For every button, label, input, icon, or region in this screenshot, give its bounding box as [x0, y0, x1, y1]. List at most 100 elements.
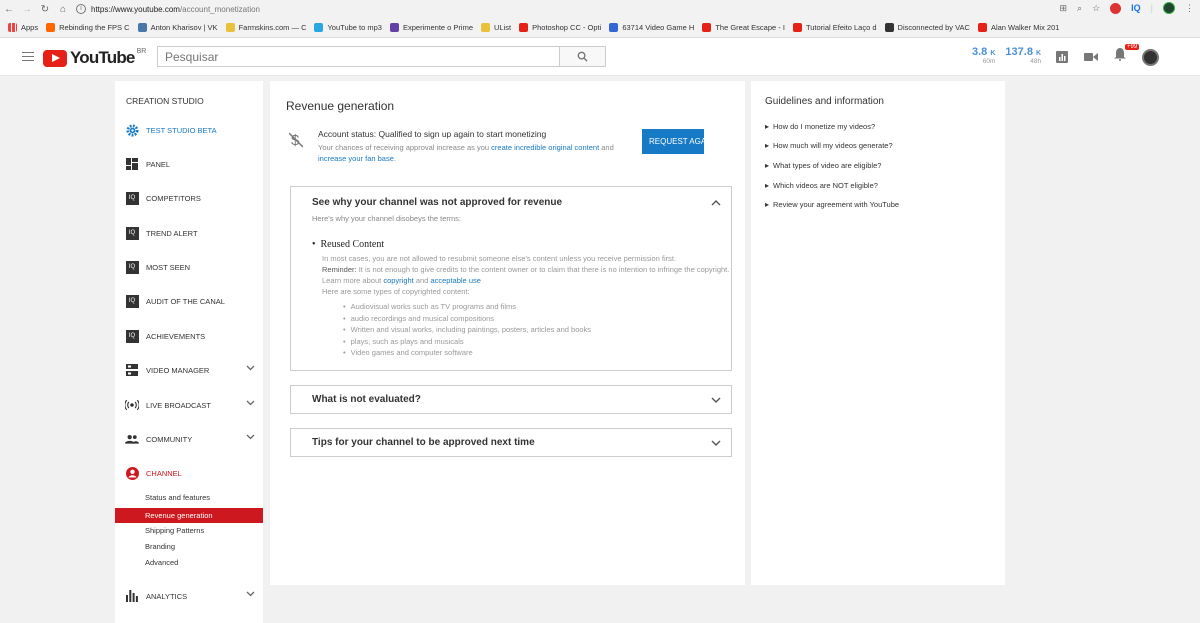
sidebar-item-most-seen[interactable]: iQ MOST SEEN	[125, 258, 255, 276]
search-button[interactable]	[560, 46, 606, 67]
sidebar-item-channel[interactable]: CHANNEL	[125, 464, 255, 482]
bookmark-item[interactable]: Farmskins.com — C	[225, 23, 306, 32]
youtube-logo[interactable]: YouTube BR	[43, 48, 146, 68]
bookmark-item[interactable]: Experimente o Prime	[389, 23, 473, 32]
sidebar-item-label: TREND ALERT	[146, 228, 198, 238]
logo-text: YouTube	[70, 48, 135, 67]
copyright-link[interactable]: copyright	[383, 276, 413, 285]
extension-opera-icon[interactable]	[1110, 2, 1122, 14]
video-manager-icon	[125, 363, 139, 377]
bookmark-item[interactable]: UList	[481, 23, 511, 32]
bookmark-item[interactable]: Alan Walker Mix 201	[977, 23, 1059, 32]
gear-icon	[125, 123, 139, 137]
sidebar-item-label: AUDIT OF THE CANAL	[146, 296, 225, 306]
forward-icon[interactable]: →	[18, 4, 36, 15]
sidebar-item-label: LIVE BROADCAST	[146, 400, 212, 410]
sidebar-item-audit[interactable]: iQ AUDIT OF THE CANAL	[125, 292, 255, 310]
sidebar-item-trend-alert[interactable]: iQ TREND ALERT	[125, 224, 255, 242]
bookmark-item[interactable]: Rebinding the FPS C	[46, 23, 130, 32]
reload-icon[interactable]: ↻	[36, 4, 54, 15]
channel-sub-revenue-active[interactable]: Revenue generation	[115, 508, 263, 523]
guideline-link[interactable]: What types of video are eligible?	[765, 161, 881, 170]
chevron-down-icon[interactable]	[246, 400, 255, 406]
bookmark-label: YouTube to mp3	[327, 23, 382, 32]
stat-60m-value: 3.8	[972, 46, 988, 58]
svg-text:$: $	[291, 132, 300, 149]
translate-icon[interactable]: ⊞	[1059, 3, 1067, 14]
channel-sub-branding[interactable]: Branding	[145, 542, 175, 551]
realtime-stats[interactable]: 3.8 K 60m 137.8 K 48h	[972, 46, 1041, 65]
youtube-masthead: YouTube BR 3.8 K 60m 137.8 K 48h +99	[0, 38, 1200, 76]
sidebar-item-analytics[interactable]: ANALYTICS	[125, 587, 255, 605]
sidebar-item-achievements[interactable]: iQ ACHIEVEMENTS	[125, 327, 255, 345]
revenue-panel: Revenue generation $ Account status: Qua…	[270, 81, 745, 585]
notifications[interactable]: +99	[1114, 44, 1140, 66]
sidebar-item-label: ANALYTICS	[146, 591, 188, 601]
accordion-not-evaluated[interactable]: What is not evaluated?	[290, 385, 732, 414]
site-info-icon[interactable]: i	[76, 4, 86, 14]
desc-end: .	[393, 154, 396, 163]
bookmark-favicon-icon	[977, 23, 987, 32]
chevron-up-icon[interactable]	[711, 200, 721, 206]
channel-sub-status[interactable]: Status and features	[145, 493, 210, 502]
list-item: Audiovisual works such as TV programs an…	[343, 301, 591, 313]
guide-menu-icon[interactable]	[22, 52, 34, 61]
bookmark-item[interactable]: YouTube to mp3	[314, 23, 382, 32]
vidiq-icon: iQ	[125, 191, 139, 205]
address-bar[interactable]: i https://www.youtube.com/account_moneti…	[76, 4, 260, 14]
status-label: Account status:	[318, 129, 377, 139]
chevron-down-icon[interactable]	[711, 440, 721, 446]
accordion-tips[interactable]: Tips for your channel to be approved nex…	[290, 428, 732, 457]
sidebar-item-community[interactable]: COMMUNITY	[125, 430, 255, 448]
sidebar-item-live-broadcast[interactable]: LIVE BROADCAST	[125, 396, 255, 414]
search-input[interactable]	[157, 46, 560, 67]
notification-count: +99	[1125, 44, 1140, 50]
home-icon[interactable]: ⌂	[54, 4, 72, 15]
chevron-down-icon[interactable]	[246, 365, 255, 371]
channel-sub-advanced[interactable]: Advanced	[145, 558, 178, 567]
stat-60m-unit: K	[990, 50, 996, 57]
analytics-icon[interactable]	[1056, 51, 1068, 63]
stat-48h-value: 137.8	[1005, 46, 1033, 58]
bookmark-label: Rebinding the FPS C	[59, 23, 130, 32]
sidebar-item-video-manager[interactable]: VIDEO MANAGER	[125, 361, 255, 379]
bookmark-item[interactable]: 63714 Video Game H	[609, 23, 694, 32]
apps-bookmark[interactable]: Apps	[8, 23, 38, 32]
bookmark-item[interactable]: Tutorial Efeito Laço d	[792, 23, 877, 32]
upload-video-icon[interactable]	[1084, 52, 1098, 62]
guideline-link[interactable]: How much will my videos generate?	[765, 141, 893, 150]
back-icon[interactable]: ←	[0, 4, 18, 15]
zoom-icon[interactable]: ⌕	[1077, 3, 1082, 14]
request-again-button[interactable]: REQUEST AGAIN	[642, 129, 704, 154]
sidebar-item-label: CHANNEL	[146, 468, 182, 478]
bookmark-item[interactable]: Disconnected by VAC	[884, 23, 970, 32]
bookmark-star-icon[interactable]: ☆	[1092, 3, 1100, 14]
guideline-link[interactable]: Which videos are NOT eligible?	[765, 181, 878, 190]
bookmark-item[interactable]: Photoshop CC - Opti	[519, 23, 601, 32]
bookmark-label: The Great Escape - I	[715, 23, 785, 32]
reminder-label: Reminder:	[322, 265, 357, 274]
channel-sub-shipping[interactable]: Shipping Patterns	[145, 526, 204, 535]
extension-iq-icon[interactable]: IQ	[1131, 3, 1141, 13]
channel-avatar[interactable]	[1142, 48, 1159, 66]
bookmark-item[interactable]: Anton Kharisov | VK	[137, 23, 218, 32]
bookmark-label: Disconnected by VAC	[897, 23, 970, 32]
bookmark-item[interactable]: The Great Escape - I	[702, 23, 785, 32]
guideline-link[interactable]: How do I monetize my videos?	[765, 122, 875, 131]
sidebar-item-label: ACHIEVEMENTS	[146, 331, 206, 341]
accordion-title[interactable]: See why your channel was not approved fo…	[312, 197, 562, 208]
account-circle-icon	[125, 466, 139, 480]
original-content-link[interactable]: create incredible original content	[491, 143, 599, 152]
acceptable-use-link[interactable]: acceptable use	[430, 276, 480, 285]
chevron-down-icon[interactable]	[246, 434, 255, 440]
sidebar-item-competitors[interactable]: iQ COMPETITORS	[125, 189, 255, 207]
chevron-down-icon[interactable]	[246, 591, 255, 597]
guideline-link[interactable]: Review your agreement with YouTube	[765, 200, 899, 209]
chevron-down-icon[interactable]	[711, 397, 721, 403]
sidebar-item-panel[interactable]: PANEL	[125, 155, 255, 173]
profile-avatar-icon[interactable]	[1163, 2, 1175, 14]
play-logo-icon	[43, 49, 67, 67]
fan-base-link[interactable]: increase your fan base	[318, 154, 394, 163]
menu-dots-icon[interactable]: ⋮	[1185, 3, 1194, 14]
sidebar-item-test-studio-beta[interactable]: TEST STUDIO BETA	[125, 121, 255, 139]
